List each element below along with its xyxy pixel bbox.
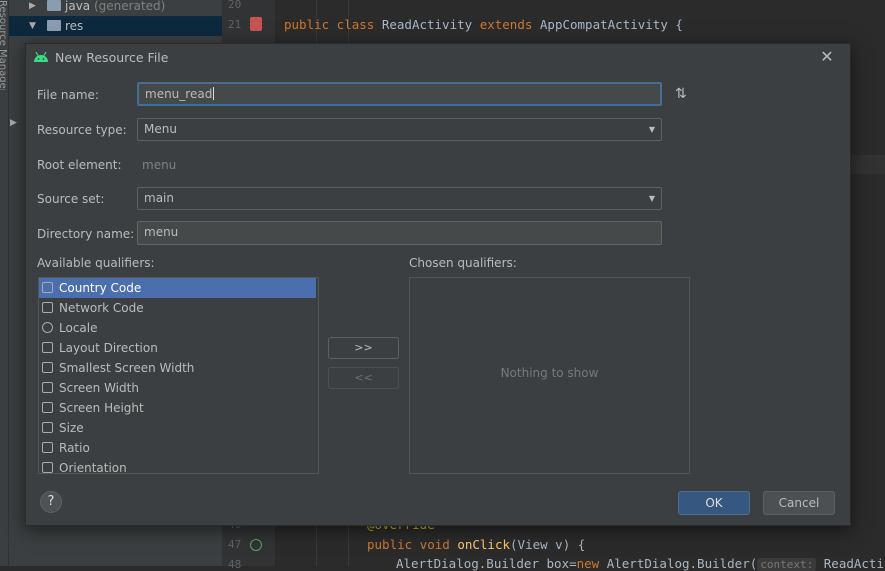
directory-name-label: Directory name: <box>37 227 135 241</box>
layout-direction-icon <box>42 342 53 353</box>
remove-qualifier-button[interactable]: << <box>328 367 399 389</box>
size-icon <box>42 422 53 433</box>
line-number: 20 <box>228 0 242 11</box>
chosen-qualifiers-list[interactable]: Nothing to show <box>409 277 690 474</box>
qualifier-label: Layout Direction <box>59 341 158 355</box>
qualifier-network-code[interactable]: Network Code <box>39 298 316 318</box>
qualifier-label: Country Code <box>59 281 142 295</box>
folder-icon <box>47 20 61 31</box>
ok-button[interactable]: OK <box>678 491 750 515</box>
tree-item-label: java <box>65 0 91 13</box>
qualifier-label: Network Code <box>59 301 144 315</box>
qualifier-orientation[interactable]: Orientation <box>39 458 316 474</box>
root-element-label: Root element: <box>37 158 122 172</box>
cancel-button[interactable]: Cancel <box>763 491 835 515</box>
qualifier-smallest-screen-width[interactable]: Smallest Screen Width <box>39 358 316 378</box>
tree-item-label: res <box>65 19 84 33</box>
qualifier-label: Orientation <box>59 461 127 474</box>
resource-type-value: Menu <box>144 122 177 136</box>
caret-line-highlight <box>849 155 885 174</box>
smallest-width-icon <box>42 362 53 373</box>
qualifier-country-code[interactable]: Country Code <box>39 278 316 298</box>
help-button[interactable]: ? <box>40 491 62 513</box>
text-caret <box>213 87 215 100</box>
tool-window-strip: Resource Manager <box>0 0 9 566</box>
expand-arrow-icon[interactable]: ▶ <box>10 118 17 128</box>
code-line-47[interactable]: public void onClick(View v) { <box>367 537 585 552</box>
code-text: ReadActivity.t <box>823 556 885 571</box>
source-set-select[interactable]: main ▼ <box>137 187 662 210</box>
qualifier-layout-direction[interactable]: Layout Direction <box>39 338 316 358</box>
collapse-arrow-icon[interactable]: ▼ <box>29 16 36 36</box>
directory-name-input[interactable]: menu <box>137 221 662 245</box>
empty-state-text: Nothing to show <box>500 366 599 380</box>
new-resource-file-dialog: New Resource File ✕ File name: menu_read… <box>25 43 851 526</box>
source-set-label: Source set: <box>37 192 105 206</box>
qualifier-screen-height[interactable]: Screen Height <box>39 398 316 418</box>
folder-icon <box>47 0 61 11</box>
qualifier-size[interactable]: Size <box>39 418 316 438</box>
root-element-value[interactable]: menu <box>142 158 176 172</box>
code-class-name: ReadActivity <box>381 17 473 32</box>
qualifier-label: Ratio <box>59 441 90 455</box>
qualifier-label: Smallest Screen Width <box>59 361 195 375</box>
resource-type-label: Resource type: <box>37 123 127 137</box>
qualifier-label: Size <box>59 421 84 435</box>
source-set-value: main <box>144 191 174 205</box>
screen-width-icon <box>42 382 53 393</box>
code-text: AlertDialog.Builder( <box>606 556 758 571</box>
code-keyword: public class <box>284 17 375 32</box>
add-qualifier-button[interactable]: >> <box>328 337 399 359</box>
code-line-21[interactable]: public class ReadActivity extends AppCom… <box>284 17 683 32</box>
tree-item-res[interactable]: ▼ res <box>9 16 222 36</box>
tree-item-java[interactable]: ▶ java (generated) <box>9 0 222 16</box>
close-icon[interactable]: ✕ <box>818 48 836 66</box>
code-line-48[interactable]: AlertDialog.Builder box=new AlertDialog.… <box>396 556 885 571</box>
tree-item-suffix: (generated) <box>93 0 166 13</box>
qualifier-ratio[interactable]: Ratio <box>39 438 316 458</box>
screen-height-icon <box>42 402 53 413</box>
qualifier-label: Screen Width <box>59 381 139 395</box>
file-name-value: menu_read <box>145 87 213 101</box>
available-qualifiers-list[interactable]: Country Code Network Code Locale Layout … <box>38 277 319 474</box>
sort-order-icon[interactable]: ⇅ <box>675 86 687 102</box>
ratio-icon <box>42 442 53 453</box>
android-icon <box>34 51 48 62</box>
code-keyword: extends <box>479 17 533 32</box>
directory-name-value: menu <box>144 225 179 239</box>
qualifier-label: Locale <box>59 321 98 335</box>
chevron-down-icon: ▼ <box>648 194 655 203</box>
orientation-icon <box>42 462 53 473</box>
available-qualifiers-label: Available qualifiers: <box>37 256 155 270</box>
line-number: 47 <box>228 538 242 551</box>
parameter-hint: context: <box>757 558 817 571</box>
file-name-input[interactable]: menu_read <box>137 82 662 106</box>
code-keyword: public void <box>367 537 450 552</box>
resource-type-select[interactable]: Menu ▼ <box>137 118 662 141</box>
code-keyword: new <box>576 556 600 571</box>
dialog-title: New Resource File <box>55 50 169 65</box>
code-method-name: onClick <box>457 537 511 552</box>
line-number: 21 <box>228 18 242 31</box>
qualifier-label: Screen Height <box>59 401 144 415</box>
chevron-down-icon: ▼ <box>648 125 655 134</box>
network-code-icon <box>42 302 53 313</box>
country-code-icon <box>42 282 53 293</box>
code-text: AlertDialog.Builder box= <box>396 556 577 571</box>
qualifier-screen-width[interactable]: Screen Width <box>39 378 316 398</box>
expand-arrow-icon[interactable]: ▶ <box>29 0 36 16</box>
line-number: 48 <box>228 558 242 571</box>
override-gutter-icon[interactable] <box>250 539 262 551</box>
class-gutter-icon[interactable] <box>250 17 262 31</box>
globe-icon <box>42 322 53 333</box>
code-text: (View v) { <box>510 537 586 552</box>
chosen-qualifiers-label: Chosen qualifiers: <box>409 256 517 270</box>
file-name-label: File name: <box>37 88 99 102</box>
qualifier-locale[interactable]: Locale <box>39 318 316 338</box>
code-text: AppCompatActivity { <box>539 17 683 32</box>
resource-manager-tab[interactable]: Resource Manager <box>0 0 8 90</box>
